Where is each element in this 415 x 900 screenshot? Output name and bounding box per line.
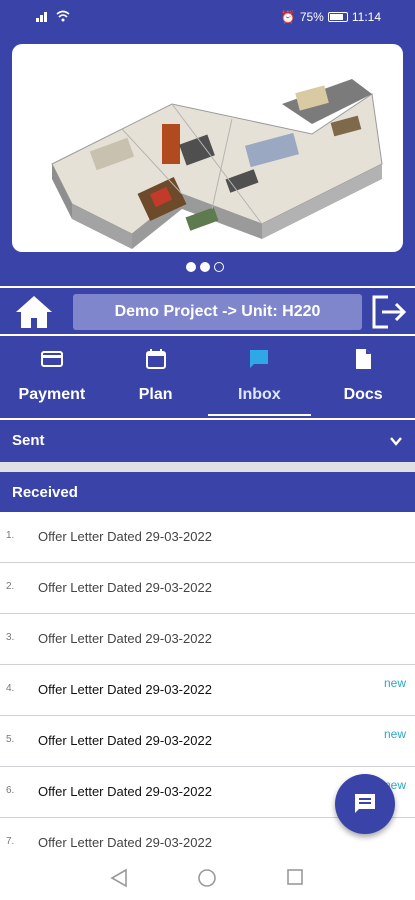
status-bar: ⏰ 75% 11:14 (0, 0, 415, 34)
home-icon (16, 296, 52, 328)
home-button[interactable] (12, 294, 56, 330)
item-title: Offer Letter Dated 29-03-2022 (38, 529, 212, 544)
alarm-icon: ⏰ (280, 10, 296, 24)
chevron-down-icon[interactable] (389, 434, 403, 448)
item-number: 6. (6, 785, 15, 796)
list-item[interactable]: 4. Offer Letter Dated 29-03-2022 new (0, 665, 415, 716)
list-item[interactable]: 5. Offer Letter Dated 29-03-2022 new (0, 716, 415, 767)
card-icon (40, 351, 63, 367)
item-number: 3. (6, 632, 15, 643)
list-item[interactable]: 3. Offer Letter Dated 29-03-2022 (0, 614, 415, 665)
back-icon[interactable] (110, 868, 128, 888)
project-title[interactable]: Demo Project -> Unit: H220 (73, 294, 362, 330)
tab-label: Docs (343, 386, 383, 403)
compose-message-button[interactable] (335, 774, 395, 834)
tab-bar: Payment Plan Inbox Docs (0, 336, 415, 418)
floor-plan-image (12, 44, 403, 252)
item-title: Offer Letter Dated 29-03-2022 (38, 631, 212, 646)
tab-plan[interactable]: Plan (104, 336, 208, 418)
carousel-indicator[interactable] (186, 262, 224, 272)
new-badge: new (383, 727, 406, 741)
carousel-dot[interactable] (186, 262, 196, 272)
home-nav-icon[interactable] (197, 868, 217, 888)
item-number: 1. (6, 530, 15, 541)
sent-label: Sent (12, 432, 45, 449)
tab-docs[interactable]: Docs (311, 336, 415, 418)
item-title: Offer Letter Dated 29-03-2022 (38, 784, 212, 799)
list-item[interactable]: 1. Offer Letter Dated 29-03-2022 (0, 512, 415, 563)
item-number: 5. (6, 734, 15, 745)
image-carousel[interactable] (0, 34, 415, 286)
battery-icon (327, 12, 348, 22)
item-number: 4. (6, 683, 15, 694)
item-number: 7. (6, 836, 15, 847)
project-bar: Demo Project -> Unit: H220 (0, 286, 415, 336)
signal-icon (36, 12, 47, 22)
carousel-dot-active[interactable] (200, 262, 210, 272)
received-section-header[interactable]: Received (0, 472, 415, 512)
sent-section-header[interactable]: Sent (0, 420, 415, 462)
clock: 11:14 (351, 10, 381, 24)
wifi-icon (56, 10, 70, 22)
received-label: Received (12, 484, 78, 501)
tab-label: Inbox (238, 386, 281, 403)
list-item[interactable]: 2. Offer Letter Dated 29-03-2022 (0, 563, 415, 614)
calendar-icon (145, 349, 166, 369)
item-title: Offer Letter Dated 29-03-2022 (38, 682, 212, 697)
item-title: Offer Letter Dated 29-03-2022 (38, 733, 212, 748)
chat-icon (355, 794, 375, 813)
new-badge: new (383, 676, 406, 690)
tab-inbox[interactable]: Inbox (207, 336, 312, 418)
section-divider (0, 462, 415, 472)
item-number: 2. (6, 581, 15, 592)
system-nav-bar (0, 856, 415, 900)
message-icon (250, 350, 269, 368)
document-icon (356, 349, 372, 369)
item-title: Offer Letter Dated 29-03-2022 (38, 580, 212, 595)
tab-label: Plan (138, 386, 173, 403)
logout-button[interactable] (370, 294, 410, 330)
item-title: Offer Letter Dated 29-03-2022 (38, 835, 212, 850)
logout-icon (372, 295, 407, 329)
battery-percent: 75% (299, 10, 324, 24)
carousel-dot[interactable] (214, 262, 224, 272)
recents-icon[interactable] (286, 868, 304, 886)
tab-payment[interactable]: Payment (0, 336, 104, 418)
tab-label: Payment (18, 386, 86, 403)
